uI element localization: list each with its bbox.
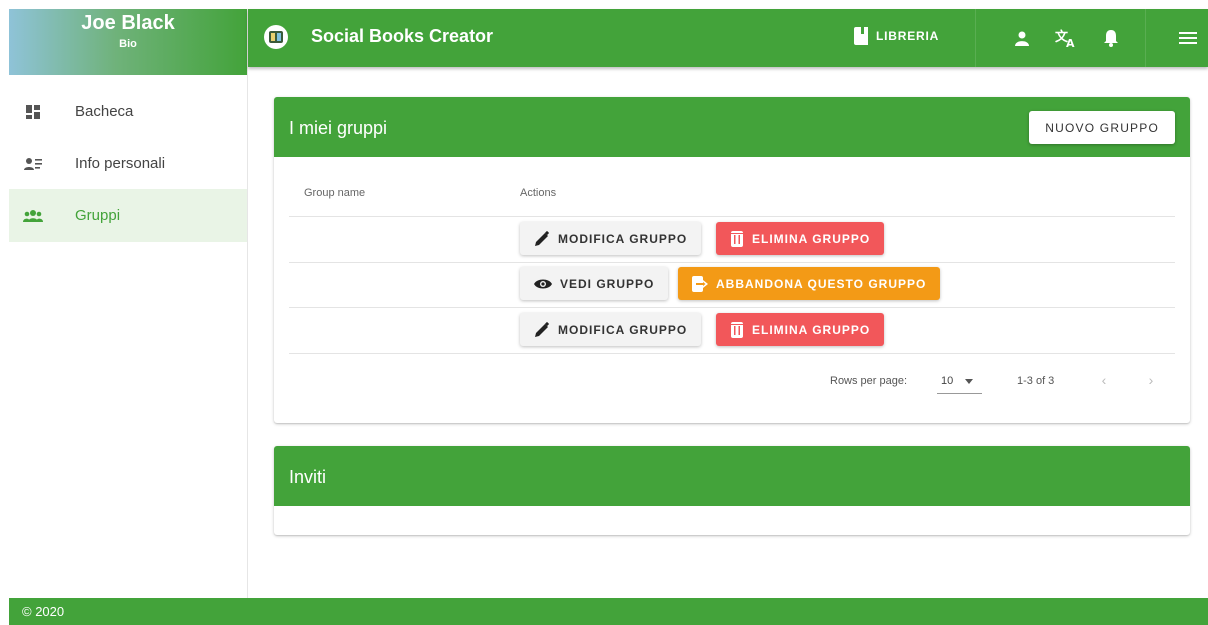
eye-icon xyxy=(534,279,552,288)
pencil-icon xyxy=(535,230,550,246)
rows-per-page-value: 10 xyxy=(941,375,954,387)
exit-icon xyxy=(692,275,708,292)
pencil-icon xyxy=(535,321,550,337)
sidebar-item-info-personali[interactable]: Info personali xyxy=(9,137,247,190)
sidebar-item-gruppi[interactable]: Gruppi xyxy=(9,189,247,242)
column-header-group-name[interactable]: Group name xyxy=(304,187,365,199)
menu-icon[interactable] xyxy=(1176,26,1200,50)
sidebar-item-label: Info personali xyxy=(75,155,166,172)
delete-group-button[interactable]: ELIMINA GRUPPO xyxy=(716,222,885,255)
button-label: MODIFICA GRUPPO xyxy=(558,322,688,337)
caret-down-icon xyxy=(965,379,974,384)
trash-icon xyxy=(731,230,743,247)
sidebar-item-label: Bacheca xyxy=(75,103,134,120)
groups-card-header: I miei gruppi NUOVO GRUPPO xyxy=(274,97,1190,157)
footer: © 2020 xyxy=(9,598,1208,625)
button-label: MODIFICA GRUPPO xyxy=(558,231,688,246)
bell-icon[interactable] xyxy=(1099,26,1123,50)
chevron-left-icon[interactable]: ‹ xyxy=(1096,372,1112,388)
book-logo-icon xyxy=(264,25,288,49)
sidebar: Joe Black Bio Bacheca Info personali Gru… xyxy=(9,9,248,598)
button-label: VEDI GRUPPO xyxy=(560,276,655,291)
table-divider xyxy=(289,353,1175,354)
app-frame: Joe Black Bio Bacheca Info personali Gru… xyxy=(9,9,1208,625)
pagination-range: 1-3 of 3 xyxy=(1017,375,1055,387)
button-label: ELIMINA GRUPPO xyxy=(752,231,871,246)
profile-bio[interactable]: Bio xyxy=(9,38,247,50)
copyright-text: © 2020 xyxy=(22,604,65,619)
column-header-actions: Actions xyxy=(520,187,557,199)
button-label: ELIMINA GRUPPO xyxy=(752,322,871,337)
sidebar-item-bacheca[interactable]: Bacheca xyxy=(9,85,247,138)
invites-card: Inviti xyxy=(274,446,1190,535)
table-divider xyxy=(289,216,1175,217)
invites-card-header: Inviti xyxy=(274,446,1190,506)
new-group-button[interactable]: NUOVO GRUPPO xyxy=(1029,111,1175,144)
app-title: Social Books Creator xyxy=(311,26,494,46)
groups-card-title: I miei gruppi xyxy=(289,118,388,138)
profile-name: Joe Black xyxy=(81,12,175,34)
top-app-bar: Social Books Creator LIBRERIA 文A xyxy=(248,9,1208,67)
person-icon[interactable] xyxy=(1010,26,1034,50)
invites-card-title: Inviti xyxy=(289,467,327,487)
dashboard-icon xyxy=(23,102,43,122)
table-divider xyxy=(289,262,1175,263)
translate-icon[interactable]: 文A xyxy=(1054,26,1078,50)
view-group-button[interactable]: VEDI GRUPPO xyxy=(520,267,669,300)
profile-header: Joe Black Bio xyxy=(9,9,247,75)
rows-per-page-label: Rows per page: xyxy=(830,375,908,387)
library-button[interactable]: LIBRERIA xyxy=(854,27,939,45)
rows-per-page-select[interactable]: 10 xyxy=(937,372,982,394)
trash-icon xyxy=(731,321,743,338)
leave-group-button[interactable]: ABBANDONA QUESTO GRUPPO xyxy=(678,267,941,300)
group-icon xyxy=(23,206,43,226)
groups-card: I miei gruppi NUOVO GRUPPO Group name Ac… xyxy=(274,97,1190,423)
svg-text:A: A xyxy=(1066,37,1075,48)
button-label: ABBANDONA QUESTO GRUPPO xyxy=(716,276,927,291)
table-divider xyxy=(289,307,1175,308)
sidebar-item-label: Gruppi xyxy=(75,207,121,224)
toolbar-divider xyxy=(1145,9,1146,67)
delete-group-button[interactable]: ELIMINA GRUPPO xyxy=(716,313,885,346)
edit-group-button[interactable]: MODIFICA GRUPPO xyxy=(520,222,702,255)
library-label: LIBRERIA xyxy=(876,29,940,43)
edit-group-button[interactable]: MODIFICA GRUPPO xyxy=(520,313,702,346)
person-info-icon xyxy=(23,154,43,174)
book-icon xyxy=(854,27,868,45)
toolbar-divider xyxy=(975,9,976,67)
chevron-right-icon[interactable]: › xyxy=(1143,372,1159,388)
